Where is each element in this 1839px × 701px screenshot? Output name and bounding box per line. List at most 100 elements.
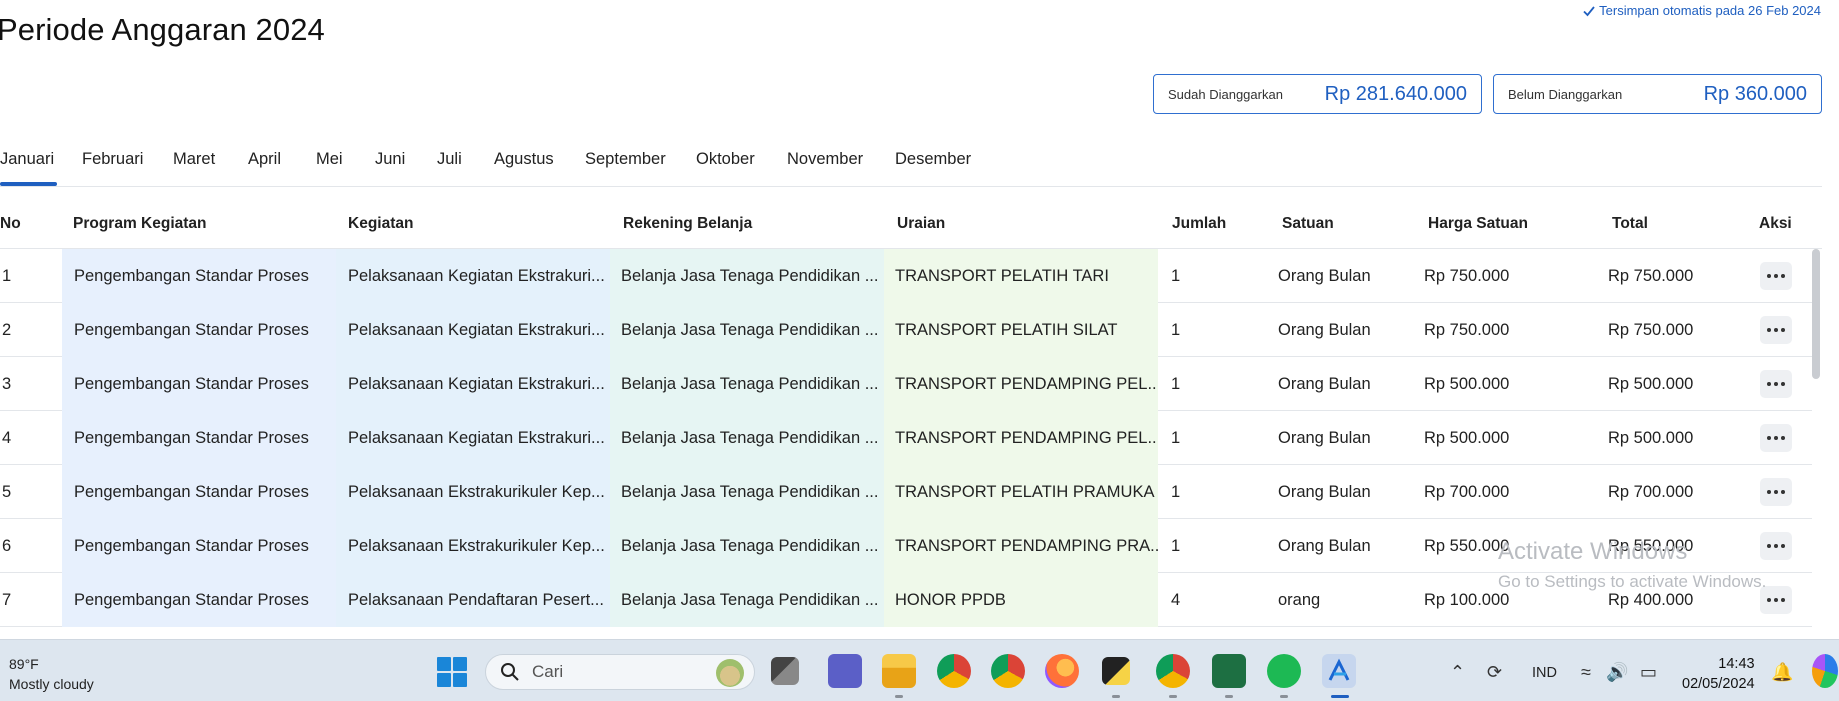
weather-temp: 89°F: [9, 656, 39, 672]
cell-uraian: HONOR PPDB: [884, 573, 1158, 627]
more-actions-button[interactable]: [1760, 478, 1792, 506]
dot-icon: [1781, 598, 1785, 602]
weather-widget[interactable]: 89°F Mostly cloudy: [9, 654, 94, 694]
active-indicator: [1331, 695, 1349, 698]
cell-program: Pengembangan Standar Proses: [62, 411, 336, 465]
table-scrollbar[interactable]: [1812, 249, 1820, 379]
table-row[interactable]: 2 Pengembangan Standar Proses Pelaksanaan …: [0, 303, 1812, 357]
dot-icon: [1774, 328, 1778, 332]
cell-satuan: Orang Bulan: [1278, 482, 1371, 501]
cell-no: 6: [2, 536, 12, 555]
sticky-notes-icon[interactable]: [1102, 657, 1130, 685]
spotify-icon[interactable]: [1267, 654, 1301, 688]
table-row[interactable]: 5 Pengembangan Standar Proses Pelaksanaan …: [0, 465, 1812, 519]
dot-icon: [1767, 274, 1771, 278]
watermark-subtitle: Go to Settings to activate Windows.: [1498, 572, 1767, 591]
dot-icon: [1774, 382, 1778, 386]
col-rekening: Rekening Belanja: [623, 215, 753, 232]
cell-no: 7: [2, 590, 12, 609]
cell-uraian: TRANSPORT PELATIH TARI: [884, 249, 1158, 303]
excel-icon[interactable]: [1212, 654, 1246, 688]
cell-kegiatan: Pelaksanaan Kegiatan Ekstrakuri...: [336, 303, 610, 357]
cell-satuan: Orang Bulan: [1278, 536, 1371, 555]
notification-bell-icon[interactable]: 🔔: [1771, 662, 1793, 683]
chevron-up-icon[interactable]: ⌃: [1450, 662, 1465, 683]
tab-september[interactable]: September: [585, 150, 666, 169]
cell-kegiatan: Pelaksanaan Ekstrakurikuler Kep...: [336, 519, 610, 573]
table-row[interactable]: 3 Pengembangan Standar Proses Pelaksanaan …: [0, 357, 1812, 411]
col-jumlah: Jumlah: [1172, 215, 1227, 232]
cell-jumlah: 1: [1171, 320, 1181, 339]
file-explorer-icon[interactable]: [882, 654, 916, 688]
unbudgeted-card: Belum Dianggarkan Rp 360.000: [1493, 74, 1822, 114]
tab-januari[interactable]: Januari: [0, 150, 54, 169]
copilot-icon[interactable]: [1812, 654, 1838, 688]
dot-icon: [1781, 382, 1785, 386]
col-program: Program Kegiatan: [73, 215, 207, 232]
table-row[interactable]: 1 Pengembangan Standar Proses Pelaksanaan …: [0, 249, 1812, 303]
firefox-icon[interactable]: [1045, 654, 1079, 688]
dot-icon: [1774, 436, 1778, 440]
cell-jumlah: 1: [1171, 266, 1181, 285]
taskbar-search[interactable]: Cari: [485, 654, 755, 690]
more-actions-button[interactable]: [1760, 424, 1792, 452]
search-icon: [501, 663, 519, 681]
app-active-icon[interactable]: [1322, 654, 1356, 688]
cell-uraian: TRANSPORT PENDAMPING PEL...: [884, 357, 1158, 411]
cell-jumlah: 1: [1171, 482, 1181, 501]
more-actions-button[interactable]: [1760, 262, 1792, 290]
more-actions-button[interactable]: [1760, 370, 1792, 398]
cell-rekening: Belanja Jasa Tenaga Pendidikan ...: [610, 411, 884, 465]
battery-icon[interactable]: ▭: [1640, 662, 1657, 683]
cell-kegiatan: Pelaksanaan Ekstrakurikuler Kep...: [336, 465, 610, 519]
cell-kegiatan: Pelaksanaan Kegiatan Ekstrakuri...: [336, 249, 610, 303]
sync-icon[interactable]: ⟳: [1487, 662, 1502, 683]
dot-icon: [1767, 436, 1771, 440]
task-view-icon[interactable]: [771, 657, 799, 685]
language-indicator[interactable]: IND: [1532, 665, 1557, 681]
cell-harga: Rp 500.000: [1424, 428, 1510, 447]
table-header: No Program Kegiatan Kegiatan Rekening Be…: [0, 205, 1822, 249]
watermark-title: Activate Windows: [1498, 538, 1688, 565]
cell-total: Rp 750.000: [1608, 266, 1694, 285]
more-actions-button[interactable]: [1760, 316, 1792, 344]
active-tab-indicator: [0, 182, 57, 186]
tab-desember[interactable]: Desember: [895, 150, 971, 169]
tab-agustus[interactable]: Agustus: [494, 150, 554, 169]
cell-no: 5: [2, 482, 12, 501]
teams-icon[interactable]: [828, 654, 862, 688]
dot-icon: [1767, 544, 1771, 548]
table-row[interactable]: 4 Pengembangan Standar Proses Pelaksanaan …: [0, 411, 1812, 465]
chrome-profile-icon[interactable]: [991, 654, 1025, 688]
tab-mei[interactable]: Mei: [316, 150, 343, 169]
col-harga: Harga Satuan: [1428, 215, 1528, 232]
volume-icon[interactable]: 🔊: [1606, 662, 1628, 683]
budgeted-value: Rp 281.640.000: [1324, 82, 1467, 105]
tab-november[interactable]: November: [787, 150, 863, 169]
cell-program: Pengembangan Standar Proses: [62, 465, 336, 519]
cell-satuan: Orang Bulan: [1278, 320, 1371, 339]
dot-icon: [1781, 490, 1785, 494]
tab-oktober[interactable]: Oktober: [696, 150, 755, 169]
dot-icon: [1781, 436, 1785, 440]
clock[interactable]: 14:43 02/05/2024: [1682, 654, 1755, 694]
windows-start-icon[interactable]: [437, 657, 467, 687]
cell-rekening: Belanja Jasa Tenaga Pendidikan ...: [610, 519, 884, 573]
tab-maret[interactable]: Maret: [173, 150, 215, 169]
cell-kegiatan: Pelaksanaan Kegiatan Ekstrakuri...: [336, 411, 610, 465]
tab-april[interactable]: April: [248, 150, 281, 169]
cell-program: Pengembangan Standar Proses: [62, 357, 336, 411]
weather-desc: Mostly cloudy: [9, 676, 94, 692]
chrome-icon[interactable]: [937, 654, 971, 688]
cell-harga: Rp 750.000: [1424, 266, 1510, 285]
tab-juni[interactable]: Juni: [375, 150, 405, 169]
wifi-icon[interactable]: ≈: [1581, 662, 1591, 683]
cell-program: Pengembangan Standar Proses: [62, 303, 336, 357]
tab-juli[interactable]: Juli: [437, 150, 462, 169]
dot-icon: [1774, 598, 1778, 602]
tab-februari[interactable]: Februari: [82, 150, 143, 169]
chrome-user-icon[interactable]: [1156, 654, 1190, 688]
dot-icon: [1781, 274, 1785, 278]
cell-rekening: Belanja Jasa Tenaga Pendidikan ...: [610, 303, 884, 357]
budgeted-card: Sudah Dianggarkan Rp 281.640.000: [1153, 74, 1482, 114]
